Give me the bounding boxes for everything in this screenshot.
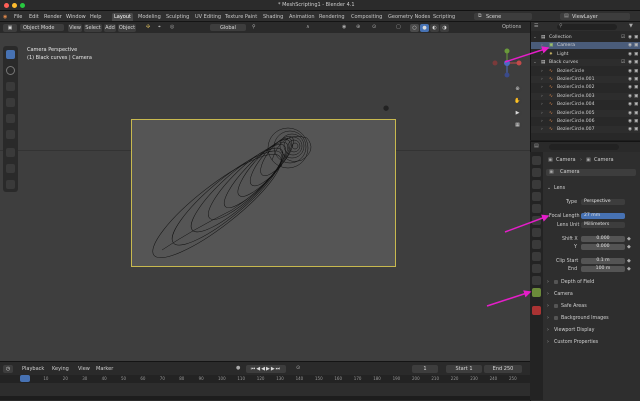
arrow-to-focal-length	[504, 214, 550, 233]
annotation-arrows	[486, 46, 550, 307]
arrow-to-camera-tab	[486, 290, 532, 307]
arrow-to-camera-item	[504, 46, 550, 63]
